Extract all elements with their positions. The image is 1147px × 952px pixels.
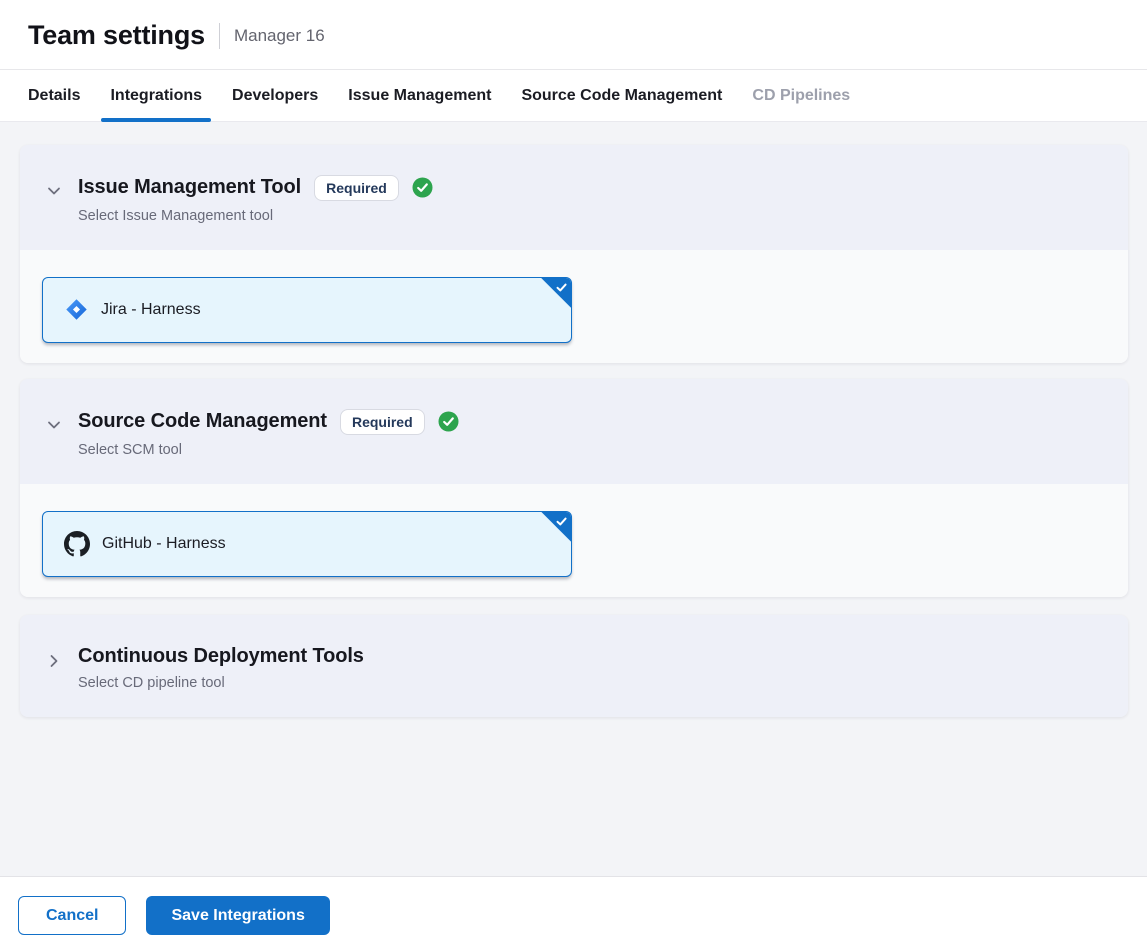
page-header: Team settings Manager 16 xyxy=(0,0,1147,69)
tool-label: GitHub - Harness xyxy=(102,535,226,553)
section-source-code-management: Source Code Management Required Select S… xyxy=(20,379,1128,597)
tab-source-code-management[interactable]: Source Code Management xyxy=(521,70,722,121)
section-title: Issue Management Tool xyxy=(78,176,301,199)
tab-issue-management[interactable]: Issue Management xyxy=(348,70,491,121)
action-bar: Cancel Save Integrations xyxy=(0,876,1147,952)
tab-label: Issue Management xyxy=(348,87,491,105)
section-subtitle: Select Issue Management tool xyxy=(78,208,1104,224)
save-integrations-button[interactable]: Save Integrations xyxy=(146,896,329,935)
tab-bar: Details Integrations Developers Issue Ma… xyxy=(0,69,1147,122)
cancel-button[interactable]: Cancel xyxy=(18,896,126,935)
tab-label: Developers xyxy=(232,87,318,105)
page-title: Team settings xyxy=(28,20,205,51)
tab-label: CD Pipelines xyxy=(752,87,850,105)
section-body-issue-management: Jira - Harness xyxy=(20,250,1128,363)
chevron-right-icon[interactable] xyxy=(40,645,78,691)
required-badge: Required xyxy=(340,409,425,435)
active-tab-underline xyxy=(101,118,211,122)
tool-card-github[interactable]: GitHub - Harness xyxy=(42,511,572,577)
tab-label: Details xyxy=(28,87,80,105)
section-header-text: Issue Management Tool Required Select Is… xyxy=(78,175,1104,224)
integrations-panel: Issue Management Tool Required Select Is… xyxy=(0,122,1147,876)
section-issue-management: Issue Management Tool Required Select Is… xyxy=(20,145,1128,363)
section-header-issue-management[interactable]: Issue Management Tool Required Select Is… xyxy=(20,145,1128,250)
chevron-down-icon[interactable] xyxy=(40,175,78,224)
section-header-text: Continuous Deployment Tools Select CD pi… xyxy=(78,645,1104,691)
tool-label: Jira - Harness xyxy=(101,301,201,319)
jira-icon xyxy=(64,297,89,322)
github-icon xyxy=(64,531,90,557)
check-circle-icon xyxy=(412,177,433,198)
section-title: Continuous Deployment Tools xyxy=(78,645,364,668)
section-header-text: Source Code Management Required Select S… xyxy=(78,409,1104,458)
tab-details[interactable]: Details xyxy=(28,70,80,121)
check-circle-icon xyxy=(438,411,459,432)
selected-check-icon xyxy=(541,278,571,308)
tab-developers[interactable]: Developers xyxy=(232,70,318,121)
section-body-scm: GitHub - Harness xyxy=(20,484,1128,597)
section-cd-tools: Continuous Deployment Tools Select CD pi… xyxy=(20,615,1128,717)
section-header-cd-tools[interactable]: Continuous Deployment Tools Select CD pi… xyxy=(20,615,1128,717)
section-header-scm[interactable]: Source Code Management Required Select S… xyxy=(20,379,1128,484)
tab-label: Integrations xyxy=(110,87,202,105)
tab-integrations[interactable]: Integrations xyxy=(110,70,202,121)
title-separator xyxy=(219,23,220,49)
section-subtitle: Select SCM tool xyxy=(78,442,1104,458)
required-badge: Required xyxy=(314,175,399,201)
tab-cd-pipelines: CD Pipelines xyxy=(752,70,850,121)
section-title: Source Code Management xyxy=(78,410,327,433)
tool-card-jira[interactable]: Jira - Harness xyxy=(42,277,572,343)
context-label: Manager 16 xyxy=(234,26,325,46)
selected-check-icon xyxy=(541,512,571,542)
chevron-down-icon[interactable] xyxy=(40,409,78,458)
tab-label: Source Code Management xyxy=(521,87,722,105)
section-subtitle: Select CD pipeline tool xyxy=(78,675,1104,691)
